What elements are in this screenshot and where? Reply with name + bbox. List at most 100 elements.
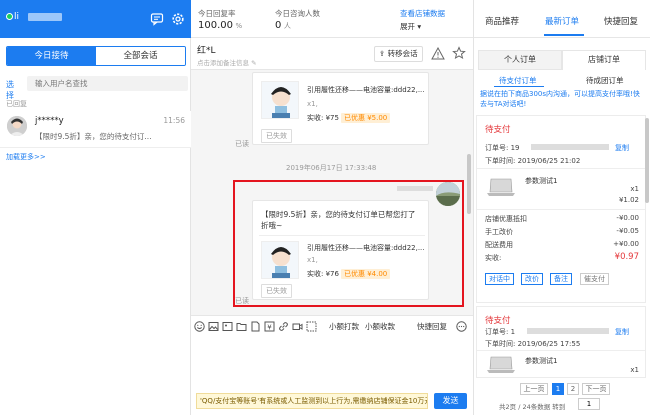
section-replied-label: 已回复	[6, 100, 27, 108]
order-card: 待支付 订单号: 1 复制 下单时间: 2019/06/25 17:55 参数测…	[476, 306, 646, 378]
product-thumbnail	[261, 241, 299, 279]
goto-page-input[interactable]	[578, 398, 600, 410]
card-discount-badge: 已优惠 ¥5.00	[341, 113, 391, 123]
product-qty: x1	[630, 366, 639, 374]
divider	[0, 147, 191, 148]
card-qty: x1,	[307, 256, 318, 264]
product-name: 参数测试1	[525, 357, 558, 365]
image-icon[interactable]	[208, 321, 219, 332]
expand-toggle[interactable]: 展开 ▾	[400, 21, 421, 32]
remind-payment-button[interactable]: 催支付	[580, 273, 609, 285]
warning-icon[interactable]	[431, 47, 445, 60]
tab-latest-orders[interactable]: 最新订单	[545, 15, 579, 27]
expired-badge: 已失效	[261, 284, 292, 298]
user-search-input[interactable]	[27, 76, 188, 91]
conversation-item[interactable]: j*****y 11:56 【限时9.5折】亲，您的待支付订...	[0, 111, 191, 147]
divider	[477, 209, 645, 210]
folder-icon[interactable]	[236, 321, 247, 332]
sender-name-masked	[397, 186, 433, 191]
next-page-button[interactable]: 下一页	[582, 383, 610, 395]
card-title: 引用履性还移——电池容量:ddd22,...	[307, 244, 425, 252]
row-shop-discount-label: 店铺优惠抵扣	[485, 215, 527, 223]
change-price-button[interactable]: 改价	[521, 273, 543, 285]
order-number-masked	[527, 328, 609, 334]
screenshot-icon[interactable]	[306, 321, 317, 332]
row-manual-price-value: -¥0.05	[616, 227, 639, 235]
stat-consult-count: 0 人	[275, 20, 291, 31]
compliance-notice: 'QQ/支付宝等账号'有系统或人工监测到以上行为,需缴纳店铺保证金10万元	[196, 393, 428, 409]
chat-list-icon[interactable]	[150, 12, 164, 26]
conversation-time: 11:56	[163, 116, 185, 125]
transfer-button[interactable]: ⇪ 转移会话	[374, 46, 423, 62]
tab-today-reception[interactable]: 今日接待	[7, 47, 96, 65]
date-divider: 2019年06月17日 17:33:48	[286, 164, 377, 172]
star-icon[interactable]	[452, 46, 466, 60]
order-card-1[interactable]: 引用履性还移——电池容量:ddd22,... x1, 实收: ¥75 已优惠 ¥…	[252, 72, 429, 145]
filter-pending-payment[interactable]: 待支付订单	[499, 75, 537, 86]
product-qty: x1	[630, 185, 639, 193]
remark-button[interactable]: 备注	[550, 273, 572, 285]
prev-page-button[interactable]: 上一页	[520, 383, 548, 395]
input-toolbar: ¥ 小额打款 小额收款 快捷回复	[191, 315, 473, 337]
in-chat-button[interactable]: 对话中	[485, 273, 514, 285]
tab-shop-orders[interactable]: 店铺订单	[562, 50, 646, 70]
row-shipping-label: 配送费用	[485, 241, 513, 249]
tab-all-conversations[interactable]: 全部会话	[96, 47, 185, 65]
shop-data-link[interactable]: 查看店铺数据	[400, 8, 445, 19]
chat-message-area: 引用履性还移——电池容量:ddd22,... x1, 实收: ¥75 已优惠 ¥…	[191, 70, 473, 315]
load-more-link[interactable]: 加载更多>>	[6, 152, 46, 162]
copy-link[interactable]: 复制	[615, 143, 629, 153]
message-bubble[interactable]: 【限时9.5折】亲，您的待支付订单已帮您打了折哦~ 引用履性还移——电池容量:d…	[252, 200, 429, 300]
laptop-thumbnail	[485, 354, 517, 378]
chat-header: 红*L 点击添加备注信息 ✎ ⇪ 转移会话	[191, 38, 473, 70]
row-shop-discount-value: -¥0.00	[616, 214, 639, 222]
online-status-icon	[6, 13, 13, 20]
order-card: 待支付 订单号: 19 复制 下单时间: 2019/06/25 21:02 参数…	[476, 115, 646, 303]
tab-personal-orders[interactable]: 个人订单	[478, 50, 562, 70]
page-1-button[interactable]: 1	[552, 383, 564, 395]
right-panel: 商品推荐 最新订单 快捷回复 个人订单 店铺订单 待支付订单 待成团订单 据说在…	[473, 0, 650, 415]
filter-pending-group[interactable]: 待成团订单	[586, 75, 624, 86]
tab-quick-reply[interactable]: 快捷回复	[604, 15, 638, 27]
picture-icon[interactable]	[222, 321, 233, 332]
stat-reply-rate: 100.00 %	[198, 20, 243, 31]
product-price: ¥1.02	[618, 196, 639, 204]
product-name: 参数测试1	[525, 177, 558, 185]
card-title: 引用履性还移——电池容量:ddd22,...	[307, 86, 425, 94]
stats-bar: 今日回复率 100.00 % 今日咨询人数 0 人 查看店铺数据 展开 ▾	[191, 0, 473, 38]
more-icon[interactable]	[456, 321, 467, 332]
divider	[477, 168, 645, 169]
gear-icon[interactable]	[171, 12, 185, 26]
copy-link[interactable]: 复制	[615, 327, 629, 337]
file-icon[interactable]	[250, 321, 261, 332]
order-status: 待支付	[485, 316, 511, 326]
message-divider	[259, 235, 425, 236]
active-tab-indicator	[544, 34, 584, 36]
stat-label-reply-rate: 今日回复率	[198, 9, 236, 18]
quick-reply-button[interactable]: 快捷回复	[417, 321, 447, 332]
avatar	[7, 116, 27, 136]
money-icon[interactable]: ¥	[264, 321, 275, 332]
agent-name: li	[14, 12, 20, 22]
page-2-button[interactable]: 2	[567, 383, 579, 395]
row-manual-price-label: 手工改价	[485, 228, 513, 236]
card-price: 实收: ¥75	[307, 114, 339, 122]
video-icon[interactable]	[292, 321, 303, 332]
read-status: 已读	[235, 140, 249, 148]
emoji-icon[interactable]	[194, 321, 205, 332]
small-receive-button[interactable]: 小额收款	[365, 321, 395, 332]
order-time: 下单时间: 2019/06/25 17:55	[485, 340, 581, 348]
customer-name: 红*L	[197, 46, 216, 56]
small-payment-button[interactable]: 小额打款	[329, 321, 359, 332]
tab-product-recommend[interactable]: 商品推荐	[485, 15, 519, 27]
select-link[interactable]: 选择	[6, 79, 14, 101]
orders-scrollbar[interactable]	[645, 118, 649, 203]
link-icon[interactable]	[278, 321, 289, 332]
left-panel: li 今日接待 全部会话 选择 已回复 j*****y 11:56 【限时9.5…	[0, 0, 191, 415]
conversation-preview: 【限时9.5折】亲，您的待支付订...	[35, 132, 152, 141]
add-note-link[interactable]: 点击添加备注信息 ✎	[197, 57, 257, 67]
send-button[interactable]: 发送	[434, 393, 467, 409]
message-text: 【限时9.5折】亲，您的待支付订单已帮您打了折哦~	[261, 210, 416, 230]
chat-scrollbar[interactable]	[467, 154, 471, 214]
agent-name-masked	[28, 13, 62, 21]
